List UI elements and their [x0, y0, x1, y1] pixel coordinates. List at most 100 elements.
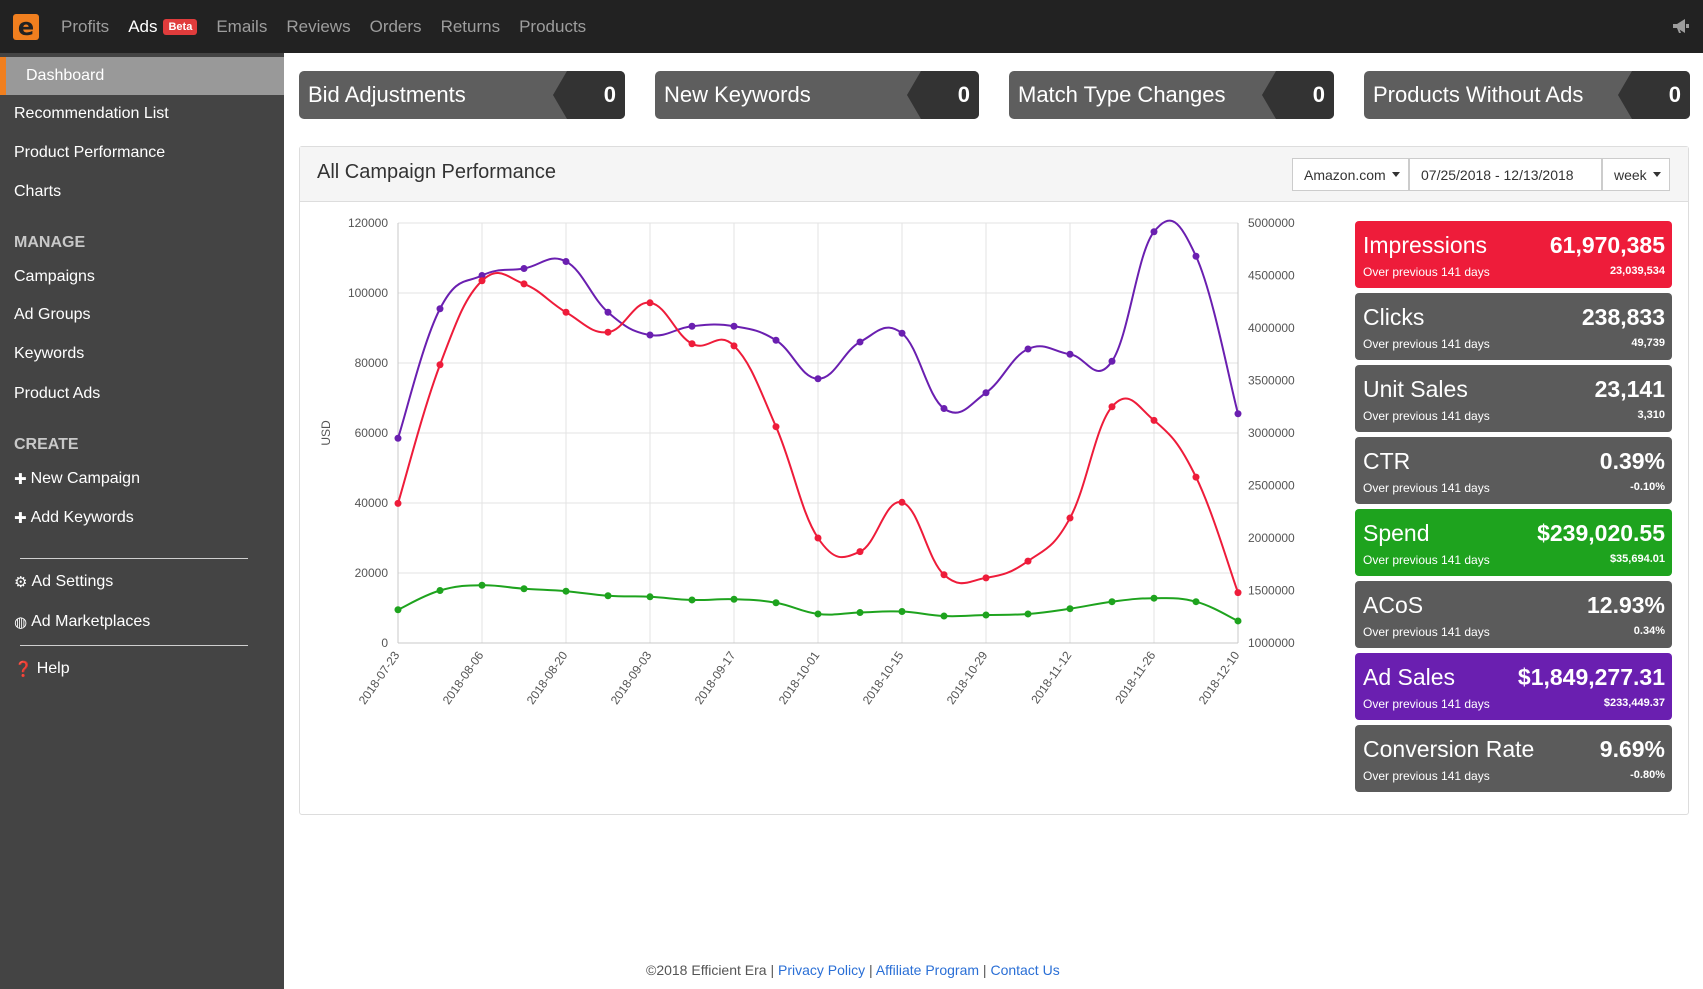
privacy-policy-link[interactable]: Privacy Policy	[778, 962, 865, 978]
tile-count: 0	[907, 71, 979, 119]
metric-clicks[interactable]: Clicks 238,833 Over previous 141 days 49…	[1355, 293, 1672, 360]
series-point	[1024, 557, 1032, 565]
manage-heading: MANAGE	[14, 234, 86, 251]
sidebar-item-help[interactable]: ❓ Help	[0, 650, 284, 688]
series-point	[856, 609, 864, 617]
x-tick-label: 2018-10-01	[776, 648, 823, 707]
series-point	[1234, 617, 1242, 625]
y-left-tick-label: 120000	[348, 216, 388, 230]
marketplace-dropdown[interactable]: Amazon.com	[1292, 158, 1409, 191]
series-point	[1234, 410, 1242, 418]
metric-spend[interactable]: Spend $239,020.55 Over previous 141 days…	[1355, 509, 1672, 576]
top-navbar: e Profits Ads Beta Emails Reviews Orders …	[0, 0, 1703, 53]
metric-value: 238,833	[1581, 304, 1665, 330]
sidebar-item-charts[interactable]: Charts	[0, 173, 284, 211]
sidebar-item-campaigns[interactable]: Campaigns	[0, 258, 284, 296]
sidebar-item-ad-groups[interactable]: Ad Groups	[0, 296, 284, 334]
megaphone-icon[interactable]	[1672, 18, 1690, 34]
y-right-tick-label: 3000000	[1248, 426, 1295, 440]
nav-ads-label: Ads	[128, 16, 158, 36]
plus-icon: ✚	[14, 509, 27, 527]
sidebar-item-label: Ad Marketplaces	[31, 613, 151, 630]
metric-label: Ad Sales	[1363, 664, 1456, 690]
metric-ad-sales[interactable]: Ad Sales $1,849,277.31 Over previous 141…	[1355, 653, 1672, 720]
caret-down-icon	[1652, 172, 1661, 177]
metric-unit-sales[interactable]: Unit Sales 23,141 Over previous 141 days…	[1355, 365, 1672, 432]
tile-products-without-ads[interactable]: Products Without Ads 0	[1364, 71, 1690, 119]
nav-emails[interactable]: Emails	[216, 17, 267, 37]
date-range-value: 07/25/2018 - 12/13/2018	[1421, 166, 1574, 183]
series-point	[394, 434, 402, 442]
sidebar-item-ad-settings[interactable]: ⚙ Ad Settings	[0, 563, 284, 601]
series-point	[814, 375, 822, 383]
sidebar-item-recommendation-list[interactable]: Recommendation List	[0, 95, 284, 133]
series-point	[940, 405, 948, 412]
tile-count: 0	[1618, 71, 1690, 119]
date-range-input[interactable]: 07/25/2018 - 12/13/2018	[1409, 158, 1602, 191]
series-point	[436, 587, 444, 594]
sidebar-item-product-ads[interactable]: Product Ads	[0, 375, 284, 413]
series-point	[436, 361, 444, 369]
tile-bid-adjustments[interactable]: Bid Adjustments 0	[299, 71, 625, 119]
metric-acos[interactable]: ACoS 12.93% Over previous 141 days 0.34%	[1355, 581, 1672, 648]
series-point	[982, 611, 990, 619]
nav-ads[interactable]: Ads Beta	[128, 16, 198, 37]
footer-separator: |	[766, 962, 778, 978]
sidebar-item-label: Help	[36, 660, 70, 677]
nav-products[interactable]: Products	[519, 17, 586, 37]
metric-label: Conversion Rate	[1363, 736, 1535, 762]
sidebar-item-label: Dashboard	[26, 67, 105, 84]
sidebar-item-product-performance[interactable]: Product Performance	[0, 134, 284, 172]
sidebar-item-label: Keywords	[14, 345, 85, 362]
series-point	[688, 340, 696, 348]
metric-previous-value: 23,039,534	[1609, 265, 1665, 277]
series-point	[562, 258, 570, 265]
metric-ctr[interactable]: CTR 0.39% Over previous 141 days -0.10%	[1355, 437, 1672, 504]
app-logo[interactable]: e	[13, 13, 39, 40]
metric-value: $239,020.55	[1537, 520, 1665, 546]
nav-returns[interactable]: Returns	[441, 17, 501, 37]
sidebar-item-new-campaign[interactable]: ✚ New Campaign	[0, 460, 284, 498]
sidebar-item-add-keywords[interactable]: ✚ Add Keywords	[0, 499, 284, 537]
metric-subtext: Over previous 141 days	[1363, 409, 1490, 423]
series-point	[1066, 514, 1074, 522]
tile-new-keywords[interactable]: New Keywords 0	[655, 71, 979, 119]
nav-orders[interactable]: Orders	[370, 17, 422, 37]
metric-previous-value: -0.80%	[1630, 769, 1665, 781]
metric-previous-value: $35,694.01	[1609, 553, 1665, 565]
metric-impressions[interactable]: Impressions 61,970,385 Over previous 141…	[1355, 221, 1672, 288]
metric-label: Impressions	[1363, 232, 1487, 258]
y-right-tick-label: 2500000	[1248, 479, 1295, 493]
metric-label: Unit Sales	[1363, 376, 1468, 402]
interval-dropdown[interactable]: week	[1602, 158, 1670, 191]
affiliate-program-link[interactable]: Affiliate Program	[876, 962, 979, 978]
series-point	[814, 610, 822, 618]
footer-copyright: ©2018 Efficient Era	[646, 962, 767, 978]
sidebar-item-dashboard[interactable]: Dashboard	[0, 57, 284, 95]
series-point	[1150, 228, 1158, 236]
tile-match-type-changes[interactable]: Match Type Changes 0	[1009, 71, 1334, 119]
metric-subtext: Over previous 141 days	[1363, 769, 1490, 783]
y-right-tick-label: 1500000	[1248, 584, 1295, 598]
metric-value: 0.39%	[1599, 448, 1665, 474]
y-axis-label: USD	[319, 420, 333, 446]
series-point	[1234, 589, 1242, 597]
sidebar-item-ad-marketplaces[interactable]: ◍ Ad Marketplaces	[0, 603, 284, 641]
metric-conversion-rate[interactable]: Conversion Rate 9.69% Over previous 141 …	[1355, 725, 1672, 792]
x-tick-label: 2018-07-23	[356, 648, 403, 707]
metric-label: CTR	[1363, 448, 1411, 474]
series-point	[478, 277, 486, 285]
contact-us-link[interactable]: Contact Us	[990, 962, 1059, 978]
sidebar-divider	[20, 645, 248, 646]
sidebar-item-keywords[interactable]: Keywords	[0, 335, 284, 373]
series-point	[520, 585, 528, 593]
globe-icon: ◍	[14, 613, 28, 631]
metric-value: 61,970,385	[1549, 232, 1665, 258]
nav-profits[interactable]: Profits	[61, 17, 109, 37]
series-point	[898, 608, 906, 615]
metric-subtext: Over previous 141 days	[1363, 625, 1490, 639]
metric-previous-value: 3,310	[1637, 409, 1665, 421]
series-point	[646, 593, 654, 601]
series-point	[1066, 605, 1074, 613]
nav-reviews[interactable]: Reviews	[286, 17, 350, 37]
